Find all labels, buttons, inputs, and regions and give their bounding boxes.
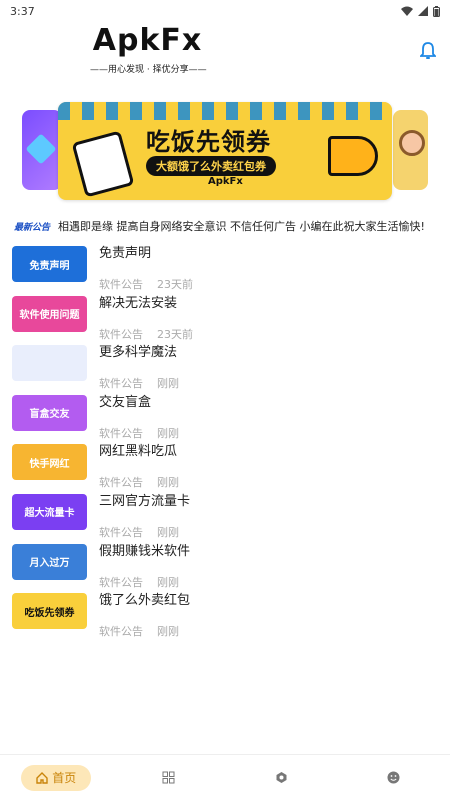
announcement-list: 免责声明 免责声明 软件公告 23天前 软件使用问题 解决无法安装 软件公告 23天… [0, 246, 450, 643]
banner-subtitle: 大额饿了么外卖红包券 [146, 156, 276, 176]
tab-home[interactable]: 首页 [21, 764, 92, 791]
item-thumbnail: 软件使用问题 [12, 295, 87, 332]
item-category: 软件公告 [99, 426, 143, 440]
status-icons [401, 5, 440, 17]
notice-tag: 最新公告 [14, 222, 51, 233]
item-title: 免责声明 [99, 246, 152, 261]
item-time: 刚刚 [157, 426, 179, 440]
banner-brand: ApkFx [208, 176, 243, 187]
item-thumbnail: 吃饭先领券 [12, 593, 87, 630]
smiley-icon [387, 771, 400, 784]
item-category: 软件公告 [99, 575, 143, 589]
item-thumbnail: 免责声明 [12, 246, 87, 282]
item-title: 解决无法安装 [99, 295, 178, 311]
banner-slide[interactable]: 吃饭先领券 大额饿了么外卖红包券 ApkFx [58, 102, 392, 200]
tab-profile[interactable] [359, 765, 429, 791]
cube-icon [25, 133, 57, 165]
bell-icon[interactable] [420, 42, 436, 60]
item-title: 交友盲盒 [99, 394, 152, 410]
list-item[interactable]: 软件使用问题 解决无法安装 软件公告 23天前 [0, 295, 450, 346]
item-thumbnail: 超大流量卡 [12, 493, 87, 530]
bottom-tab-bar: 首页 [0, 754, 450, 800]
item-thumbnail: 月入过万 [12, 543, 87, 580]
status-bar: 3:37 [0, 0, 450, 22]
megaphone-icon [328, 136, 378, 176]
banner-prev-slide[interactable] [22, 110, 62, 190]
item-category: 软件公告 [99, 327, 143, 341]
item-time: 刚刚 [157, 575, 179, 589]
item-time: 23天前 [157, 327, 193, 341]
grid-icon [162, 771, 175, 784]
notice-text: 相遇即是缘 提高自身网络安全意识 不信任何广告 小编在此祝大家生活愉快! [58, 220, 425, 233]
item-thumbnail [12, 345, 87, 382]
banner-stripes [58, 102, 392, 120]
notice-bar[interactable]: 最新公告 相遇即是缘 提高自身网络安全意识 不信任何广告 小编在此祝大家生活愉快… [0, 214, 450, 238]
tab-home-label: 首页 [52, 771, 77, 785]
banner-carousel[interactable]: 吃饭先领券 大额饿了么外卖红包券 ApkFx [0, 102, 450, 202]
app-logo: ApkFx ——用心发现 · 择优分享—— [90, 22, 207, 75]
item-thumbnail: 快手网红 [12, 444, 87, 481]
signal-icon [418, 6, 428, 16]
tab-categories[interactable] [134, 765, 204, 791]
avatar [399, 130, 425, 156]
logo-slogan: ——用心发现 · 择优分享—— [90, 65, 207, 75]
list-item[interactable]: 吃饭先领券 饿了么外卖红包 软件公告 刚刚 [0, 593, 450, 643]
item-time: 23天前 [157, 278, 193, 291]
item-category: 软件公告 [99, 377, 143, 391]
item-title: 饿了么外卖红包 [99, 593, 191, 609]
list-item[interactable]: 盲盒交友 交友盲盒 软件公告 刚刚 [0, 394, 450, 445]
logo-text: ApkFx [92, 23, 203, 58]
item-title: 三网官方流量卡 [99, 493, 191, 509]
item-category: 软件公告 [99, 476, 143, 490]
item-category: 软件公告 [99, 525, 143, 539]
list-item[interactable]: 更多科学魔法 软件公告 刚刚 [0, 345, 450, 395]
banner-title: 吃饭先领券 [146, 128, 271, 156]
item-time: 刚刚 [157, 377, 179, 391]
item-title: 假期赚钱米软件 [99, 543, 191, 559]
app-header: ApkFx ——用心发现 · 择优分享—— [0, 22, 450, 82]
item-title: 更多科学魔法 [99, 345, 178, 361]
list-item[interactable]: 免责声明 免责声明 软件公告 23天前 [0, 246, 450, 296]
item-category: 软件公告 [99, 625, 143, 639]
list-item[interactable]: 超大流量卡 三网官方流量卡 软件公告 刚刚 [0, 493, 450, 544]
item-thumbnail: 盲盒交友 [12, 394, 87, 431]
item-time: 刚刚 [157, 625, 179, 639]
status-time: 3:37 [10, 4, 35, 18]
tab-discover[interactable] [246, 765, 316, 791]
phone-illustration [71, 130, 135, 198]
item-time: 刚刚 [157, 476, 179, 490]
banner-next-slide[interactable] [393, 110, 428, 190]
battery-icon [433, 5, 440, 17]
list-item[interactable]: 快手网红 网红黑料吃瓜 软件公告 刚刚 [0, 444, 450, 494]
compass-icon [276, 772, 287, 783]
item-category: 软件公告 [99, 278, 143, 291]
home-icon [36, 771, 48, 784]
wifi-icon [401, 6, 413, 16]
item-time: 刚刚 [157, 525, 179, 539]
item-title: 网红黑料吃瓜 [99, 444, 178, 460]
list-item[interactable]: 月入过万 假期赚钱米软件 软件公告 刚刚 [0, 543, 450, 594]
